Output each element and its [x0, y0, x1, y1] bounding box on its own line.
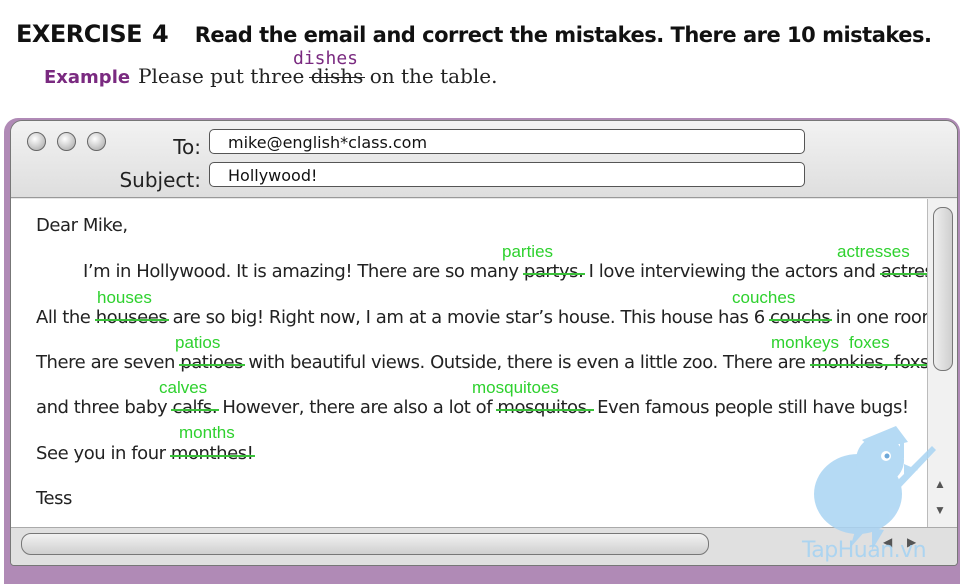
horizontal-scroll-thumb[interactable] [21, 533, 709, 555]
example-wrong-word: dishs [308, 64, 365, 88]
mistake-calfs: calfs. [171, 397, 219, 418]
correction-monkeys: monkeys [771, 333, 840, 352]
mistake-housees: housees [94, 307, 169, 328]
text-segment: I’m in Hollywood. It is amazing! There a… [83, 261, 524, 282]
correction-houses: houses [97, 288, 152, 307]
vertical-scroll-thumb[interactable] [933, 207, 953, 371]
email-line-3: There are seven patioes with beautiful v… [36, 352, 936, 373]
email-body[interactable]: parties actresses houses couches patios … [11, 199, 957, 527]
text-segment: are so big! Right now, I am at a movie s… [167, 307, 771, 328]
subject-field[interactable]: Hollywood! [209, 162, 805, 187]
window-button-close-icon[interactable] [27, 132, 46, 151]
exercise-instruction: Read the email and correct the mistakes.… [194, 23, 932, 47]
correction-calves: calves [159, 378, 208, 397]
correction-couches: couches [732, 288, 796, 307]
email-header-bar: To: mike@english*class.com Subject: Holl… [11, 121, 957, 198]
correction-parties: parties [502, 242, 554, 261]
exercise-label: EXERCISE [16, 20, 143, 48]
text-segment: There are seven [36, 352, 181, 373]
mistake-monkies-foxs: monkies, foxs, [809, 352, 936, 373]
text-segment: with beautiful views. Outside, there is … [243, 352, 811, 373]
email-line-4: and three baby calfs. However, there are… [36, 397, 909, 418]
text-segment: See you in four [36, 443, 171, 464]
mistake-partys: partys. [522, 261, 585, 282]
to-label: To: [173, 135, 201, 159]
exercise-header: EXERCISE 4 Read the email and correct the … [16, 20, 932, 48]
correction-actresses: actresses [837, 242, 910, 261]
subject-label: Subject: [119, 168, 201, 192]
text-segment: All the [36, 307, 96, 328]
watermark-text: TapHuan.vn [802, 538, 927, 563]
email-line-1: I’m in Hollywood. It is amazing! There a… [83, 261, 957, 282]
mistake-mosquitos: mosquitos. [496, 397, 595, 418]
mistake-patioes: patioes [179, 352, 245, 373]
text-segment: and three baby [36, 397, 173, 418]
window-button-minimize-icon[interactable] [57, 132, 76, 151]
correction-months: months [179, 423, 235, 442]
example-line: Example Please put three dishs on the tab… [44, 64, 497, 88]
example-after: on the table. [369, 64, 498, 88]
correction-foxes: foxes [849, 333, 890, 352]
to-field[interactable]: mike@english*class.com [209, 129, 805, 154]
mistake-couchs: couchs [769, 307, 833, 328]
example-sentence: Please put three dishs on the table. [138, 64, 497, 88]
example-label: Example [44, 67, 131, 88]
email-line-5: See you in four monthes! [36, 443, 255, 464]
exercise-number: 4 [152, 20, 169, 48]
email-greeting: Dear Mike, [36, 215, 128, 236]
mistake-monthes: monthes! [169, 443, 255, 464]
text-segment: I love interviewing the actors and [583, 261, 881, 282]
correction-patios: patios [175, 333, 221, 352]
correction-mosquitoes: mosquitoes [472, 378, 559, 397]
text-segment: However, there are also a lot of [217, 397, 498, 418]
text-segment: Even famous people still have bugs! [591, 397, 909, 418]
email-line-2: All the housees are so big! Right now, I… [36, 307, 946, 328]
email-signoff: Tess [36, 488, 72, 509]
example-before: Please put three [138, 64, 305, 88]
